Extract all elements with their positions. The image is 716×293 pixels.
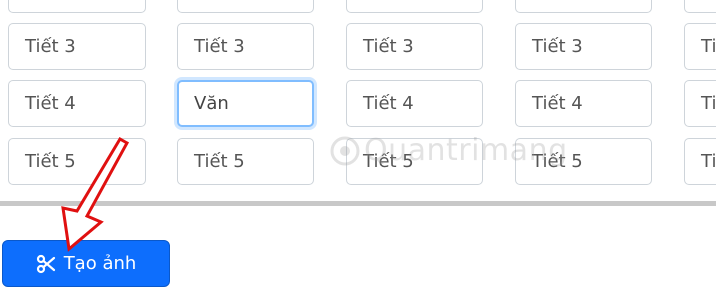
schedule-cell-focused[interactable]: Văn (177, 80, 314, 127)
schedule-cell[interactable]: Tiết 4 (8, 80, 146, 127)
schedule-cell[interactable]: Tiết 3 (515, 23, 652, 70)
schedule-cell[interactable]: Tiết 3 (177, 23, 314, 70)
schedule-cell[interactable]: Tiế (684, 138, 716, 185)
schedule-cell[interactable]: Tiết 3 (8, 23, 146, 70)
schedule-cell[interactable]: Tiế (684, 80, 716, 127)
schedule-cell[interactable]: Tiết 5 (8, 138, 146, 185)
create-image-label: Tạo ảnh (63, 253, 137, 274)
schedule-cell[interactable] (515, 0, 652, 13)
schedule-cell[interactable] (346, 0, 483, 13)
schedule-cell[interactable]: Tiết 4 (346, 80, 483, 127)
schedule-cell[interactable]: Tiết 4 (515, 80, 652, 127)
schedule-cell[interactable]: Tiết 5 (515, 138, 652, 185)
schedule-cell[interactable]: Tiế (684, 23, 716, 70)
scrollbar-track[interactable] (0, 201, 716, 206)
schedule-cell[interactable]: Tiết 5 (346, 138, 483, 185)
create-image-button[interactable]: Tạo ảnh (2, 240, 170, 287)
schedule-cell[interactable] (177, 0, 314, 13)
schedule-cell[interactable] (8, 0, 146, 13)
schedule-cell[interactable]: Tiết 3 (346, 23, 483, 70)
schedule-cell[interactable] (684, 0, 716, 13)
scissors-icon (36, 254, 56, 274)
schedule-cell[interactable]: Tiết 5 (177, 138, 314, 185)
